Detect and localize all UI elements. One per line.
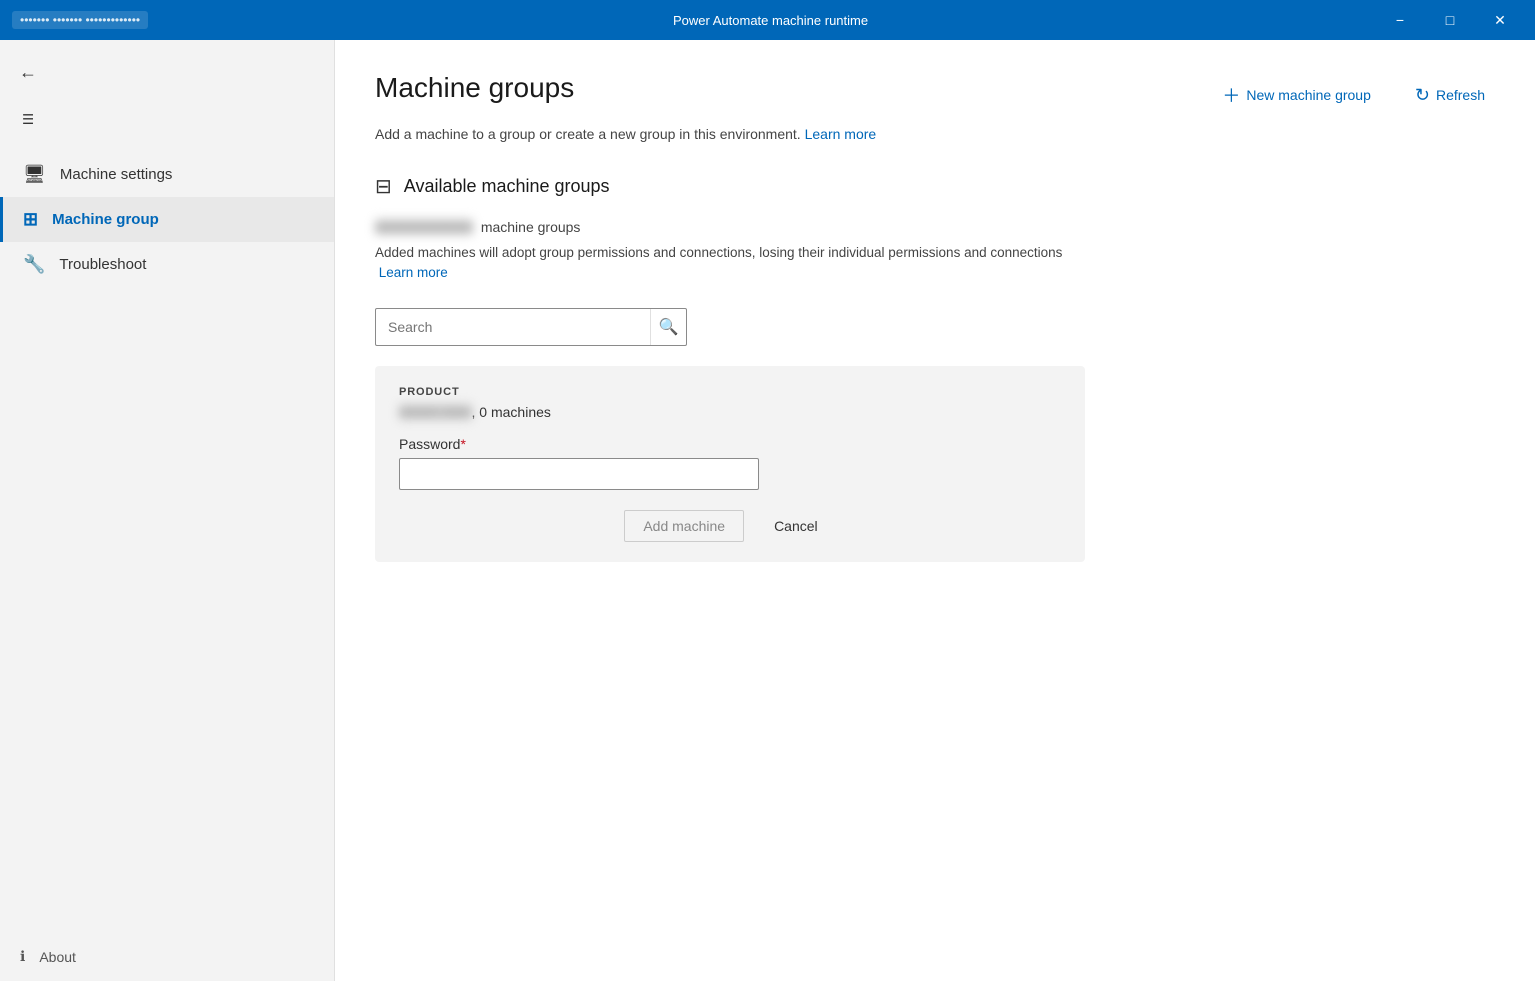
group-description-learn-more-link[interactable]: Learn more — [379, 265, 448, 280]
refresh-label: Refresh — [1436, 87, 1485, 103]
page-title: Machine groups — [375, 72, 574, 104]
minimize-button[interactable]: − — [1377, 4, 1423, 36]
subtitle-learn-more-link[interactable]: Learn more — [805, 126, 877, 142]
password-input[interactable] — [399, 458, 759, 490]
search-input[interactable] — [376, 311, 650, 343]
header-actions: ＋ New machine group ↻ Refresh — [1212, 76, 1495, 114]
blurred-group-name: •••••••••••••••••••• — [375, 219, 473, 235]
new-machine-group-label: New machine group — [1246, 87, 1371, 103]
maximize-button[interactable]: □ — [1427, 4, 1473, 36]
group-description: Added machines will adopt group permissi… — [375, 243, 1095, 284]
add-machine-button[interactable]: Add machine — [624, 510, 744, 542]
sidebar: ← ☰ 🖥 Machine settings ⊞ Machine group 🔧… — [0, 40, 335, 981]
sidebar-item-label: Troubleshoot — [59, 256, 146, 273]
sidebar-item-label: Machine settings — [60, 166, 173, 183]
title-bar: ••••••• ••••••• ••••••••••••• Power Auto… — [0, 0, 1535, 40]
sidebar-item-label: Machine group — [52, 211, 159, 228]
new-machine-group-button[interactable]: ＋ New machine group — [1212, 76, 1381, 114]
window-controls: − □ ✕ — [1377, 4, 1523, 36]
monitor-icon: 🖥 — [23, 164, 46, 185]
search-icon: 🔍 — [659, 317, 679, 337]
refresh-button[interactable]: ↻ Refresh — [1405, 79, 1495, 112]
product-label: PRODUCT — [399, 386, 1061, 398]
sidebar-footer-about[interactable]: ℹ About — [0, 932, 334, 981]
app-title: Power Automate machine runtime — [164, 13, 1377, 28]
main-header: Machine groups ＋ New machine group ↻ Ref… — [375, 72, 1495, 114]
group-description-text: Added machines will adopt group permissi… — [375, 245, 1062, 260]
group-count-info: •••••••••••••••••••• machine groups — [375, 219, 1495, 235]
card-actions: Add machine Cancel — [399, 510, 1061, 542]
sidebar-item-troubleshoot[interactable]: 🔧 Troubleshoot — [0, 242, 334, 287]
plus-icon: ＋ — [1222, 82, 1240, 108]
sidebar-item-machine-group[interactable]: ⊞ Machine group — [0, 197, 334, 242]
group-card-name: •••••••• ••••••, 0 machines — [399, 404, 1061, 420]
search-container: 🔍 — [375, 308, 687, 346]
info-icon: ℹ — [20, 948, 25, 965]
refresh-icon: ↻ — [1415, 85, 1430, 106]
sidebar-nav: 🖥 Machine settings ⊞ Machine group 🔧 Tro… — [0, 144, 334, 932]
wrench-icon: 🔧 — [23, 254, 45, 275]
cancel-button[interactable]: Cancel — [756, 511, 836, 541]
hamburger-icon: ☰ — [22, 112, 34, 128]
sidebar-item-machine-settings[interactable]: 🖥 Machine settings — [0, 152, 334, 197]
back-icon: ← — [19, 62, 37, 83]
group-icon: ⊞ — [23, 209, 38, 230]
machine-groups-icon: ⊟ — [375, 174, 392, 199]
section-header: ⊟ Available machine groups — [375, 174, 1495, 199]
user-info: ••••••• ••••••• ••••••••••••• — [12, 11, 148, 29]
group-count-suffix: machine groups — [481, 219, 581, 235]
hamburger-button[interactable]: ☰ — [8, 100, 48, 140]
password-label: Password* — [399, 436, 1061, 452]
machines-count: , 0 machines — [472, 404, 551, 420]
about-label: About — [39, 949, 76, 965]
search-button[interactable]: 🔍 — [650, 309, 686, 345]
group-card: PRODUCT •••••••• ••••••, 0 machines Pass… — [375, 366, 1085, 562]
blurred-machine-group-name: •••••••• •••••• — [399, 404, 472, 420]
required-asterisk: * — [460, 436, 465, 452]
close-button[interactable]: ✕ — [1477, 4, 1523, 36]
section-title: Available machine groups — [404, 176, 610, 197]
back-button[interactable]: ← — [8, 52, 48, 92]
main-content: Machine groups ＋ New machine group ↻ Ref… — [335, 40, 1535, 981]
subtitle-text: Add a machine to a group or create a new… — [375, 126, 801, 142]
app-layout: ← ☰ 🖥 Machine settings ⊞ Machine group 🔧… — [0, 40, 1535, 981]
subtitle: Add a machine to a group or create a new… — [375, 126, 1495, 142]
